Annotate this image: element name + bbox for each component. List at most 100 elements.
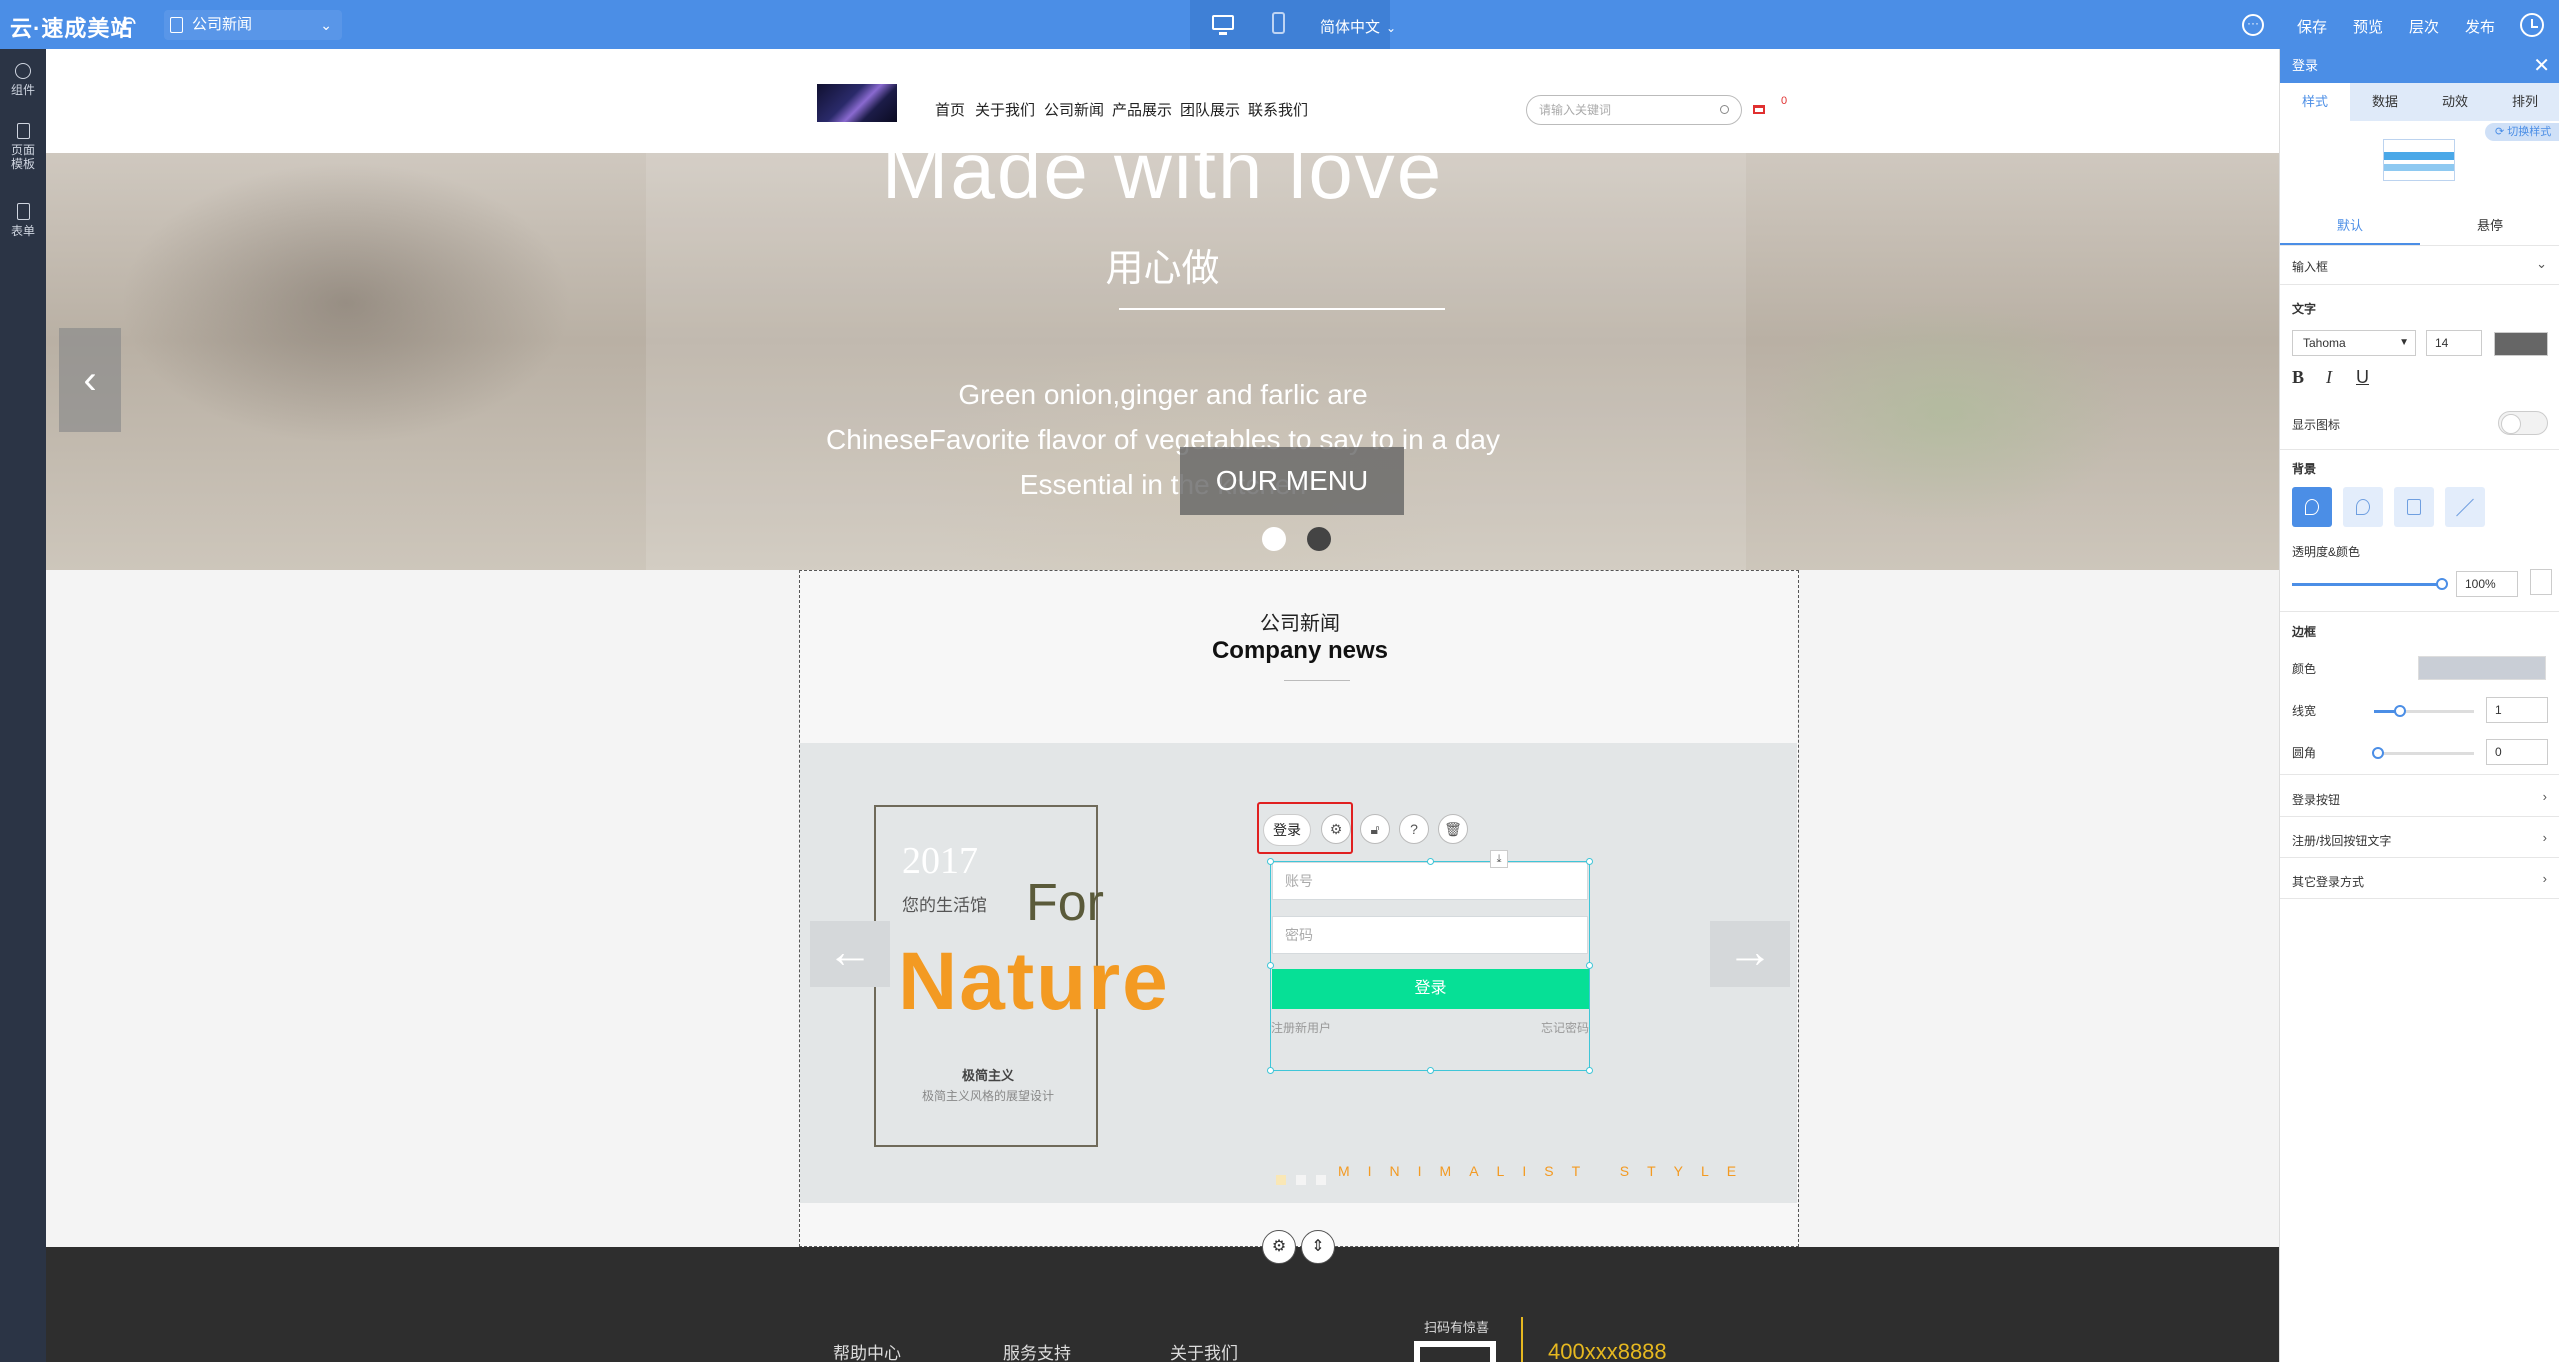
chevron-down-icon[interactable]: ⌄ [2536, 256, 2547, 272]
chevron-right-icon[interactable]: › [2543, 830, 2547, 845]
publish-button[interactable]: 发布 [2465, 16, 2495, 37]
bg-color-swatch[interactable] [2530, 569, 2552, 595]
line-width-slider[interactable] [2374, 705, 2474, 717]
forgot-password-link[interactable]: 忘记密码 [1541, 1019, 1589, 1036]
opacity-input[interactable]: 100% [2456, 571, 2518, 597]
footer-help[interactable]: 帮助中心 [833, 1339, 901, 1362]
slide-dot[interactable] [1296, 1175, 1306, 1185]
hero-prev-arrow[interactable]: ‹ [59, 328, 121, 432]
password-input[interactable]: 密码 [1272, 916, 1588, 954]
input-box-section[interactable]: 输入框 [2292, 258, 2328, 275]
resize-handle[interactable] [1586, 858, 1593, 865]
login-widget[interactable]: 账号 密码 登录 注册新用户 忘记密码 [1267, 858, 1593, 1074]
resize-handle[interactable] [1267, 858, 1274, 865]
mobile-icon[interactable] [1272, 12, 1285, 34]
chevron-right-icon[interactable]: › [2543, 789, 2547, 804]
site-logo[interactable] [817, 84, 897, 122]
tab-data[interactable]: 数据 [2350, 83, 2420, 121]
save-button[interactable]: 保存 [2297, 16, 2327, 37]
bg-image-button[interactable] [2394, 487, 2434, 527]
opacity-slider[interactable] [2292, 578, 2448, 590]
slider-dot[interactable] [1307, 527, 1331, 551]
close-icon[interactable]: ✕ [2533, 49, 2550, 83]
download-icon[interactable]: ⤓ [1490, 850, 1508, 868]
subtab-hover[interactable]: 悬停 [2420, 215, 2559, 234]
search-icon[interactable] [1720, 105, 1729, 114]
register-link[interactable]: 注册新用户 [1271, 1019, 1331, 1036]
nav-news[interactable]: 公司新闻 [1044, 99, 1104, 120]
bold-icon[interactable]: B [2292, 367, 2304, 388]
document-icon [16, 123, 30, 139]
resize-handle[interactable] [1586, 1067, 1593, 1074]
hero-banner[interactable]: Made with love 用心做 Green onion,ginger an… [46, 153, 2279, 570]
resize-handle[interactable] [1586, 962, 1593, 969]
slide-dot-active[interactable] [1276, 1175, 1286, 1185]
slide-next-arrow[interactable]: → [1710, 921, 1790, 987]
line-width-input[interactable]: 1 [2486, 697, 2548, 723]
font-size-input[interactable]: 14 [2426, 330, 2482, 356]
lock-icon[interactable]: 🔓︎ [1360, 814, 1390, 844]
hero-menu-button[interactable]: OUR MENU [1180, 447, 1404, 515]
footer-about[interactable]: 关于我们 [1170, 1339, 1238, 1362]
page-selector[interactable]: 公司新闻 ⌄ [164, 10, 342, 40]
font-select[interactable]: Tahoma ▼ [2292, 330, 2416, 356]
site-search-input[interactable]: 请输入关键词 [1526, 95, 1742, 125]
nav-home[interactable]: 首页 [935, 99, 965, 120]
tab-arrange[interactable]: 排列 [2490, 83, 2559, 121]
rail-item-components[interactable]: 组件 [0, 63, 46, 97]
style-thumbnail[interactable] [2383, 139, 2455, 181]
resize-handle[interactable] [1427, 858, 1434, 865]
rail-item-forms[interactable]: 表单 [0, 203, 46, 238]
slider-dot-active[interactable] [1262, 527, 1286, 551]
nav-team[interactable]: 团队展示 [1180, 99, 1240, 120]
trash-icon[interactable]: 🗑︎ [1438, 814, 1468, 844]
login-button-section[interactable]: 登录按钮 [2292, 791, 2340, 808]
other-login-section[interactable]: 其它登录方式 [2292, 873, 2364, 890]
more-icon[interactable]: ··· [2242, 14, 2264, 36]
nav-products[interactable]: 产品展示 [1112, 99, 1172, 120]
border-color-swatch[interactable] [2418, 656, 2546, 680]
tab-style[interactable]: 样式 [2280, 83, 2350, 121]
section-settings-icon[interactable]: ⚙ [1262, 1230, 1296, 1264]
account-input[interactable]: 账号 [1272, 862, 1588, 900]
underline-icon[interactable]: U [2356, 367, 2369, 388]
line-width-slider-knob[interactable] [2394, 705, 2406, 717]
radius-slider[interactable] [2372, 747, 2474, 759]
undo-icon[interactable]: ↶ [118, 12, 136, 38]
nav-about[interactable]: 关于我们 [975, 99, 1035, 120]
resize-handle[interactable] [1267, 962, 1274, 969]
bg-fill-button[interactable] [2292, 487, 2332, 527]
cart-icon[interactable] [1753, 105, 1765, 114]
bg-gradient-button[interactable] [2343, 487, 2383, 527]
show-icon-toggle[interactable] [2498, 411, 2548, 435]
rail-item-page-templates[interactable]: 页面模板 [0, 123, 46, 171]
widget-name-chip[interactable]: 登录 [1263, 814, 1311, 846]
resize-handle[interactable] [1267, 1067, 1274, 1074]
resize-handle[interactable] [1427, 1067, 1434, 1074]
radius-slider-knob[interactable] [2372, 747, 2384, 759]
site-header[interactable]: 首页 关于我们 公司新闻 产品展示 团队展示 联系我们 请输入关键词 0 [46, 49, 2279, 153]
language-selector[interactable]: 简体中文 ⌄ [1320, 16, 1396, 37]
register-text-section[interactable]: 注册/找回按钮文字 [2292, 832, 2391, 849]
tab-animation[interactable]: 动效 [2420, 83, 2490, 121]
slide-prev-arrow[interactable]: ← [810, 921, 890, 987]
login-button[interactable]: 登录 [1272, 969, 1589, 1009]
opacity-slider-knob[interactable] [2436, 578, 2448, 590]
preview-button[interactable]: 预览 [2353, 16, 2383, 37]
history-icon[interactable] [2520, 13, 2544, 37]
section-move-icon[interactable]: ⇕ [1301, 1230, 1335, 1264]
slide-dot[interactable] [1316, 1175, 1326, 1185]
chevron-right-icon[interactable]: › [2543, 871, 2547, 886]
nav-contact[interactable]: 联系我们 [1248, 99, 1308, 120]
bg-none-button[interactable] [2445, 487, 2485, 527]
footer-support[interactable]: 服务支持 [1003, 1339, 1071, 1362]
desktop-icon[interactable] [1212, 15, 1234, 35]
radius-input[interactable]: 0 [2486, 739, 2548, 765]
layers-button[interactable]: 层次 [2409, 16, 2439, 37]
settings-gear-icon[interactable]: ⚙ [1321, 814, 1351, 844]
italic-icon[interactable]: I [2326, 367, 2332, 388]
subtab-default[interactable]: 默认 [2280, 215, 2420, 234]
help-icon[interactable]: ? [1399, 814, 1429, 844]
text-color-swatch[interactable] [2494, 332, 2548, 356]
switch-style-button[interactable]: ⟳ 切换样式 [2485, 123, 2559, 141]
